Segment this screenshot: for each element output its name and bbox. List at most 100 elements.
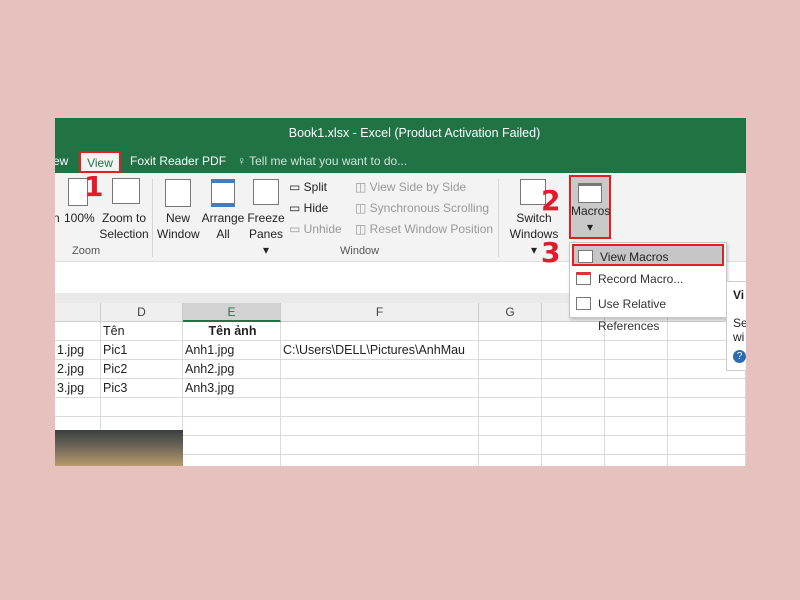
zoom-selection-icon xyxy=(112,178,140,204)
cell[interactable] xyxy=(479,322,542,341)
arrange-all-button[interactable]: Arrange All xyxy=(201,210,245,242)
menu-item-use-relative-references[interactable]: Use Relative References xyxy=(572,293,724,333)
cell[interactable] xyxy=(668,417,746,436)
cell[interactable] xyxy=(183,436,281,455)
menu-item-record-macro[interactable]: Record Macro... xyxy=(572,268,724,290)
cell[interactable] xyxy=(605,341,668,360)
record-macro-icon xyxy=(576,272,591,285)
cell[interactable]: Pic1 xyxy=(101,341,183,360)
cell[interactable] xyxy=(281,379,479,398)
cell[interactable] xyxy=(605,417,668,436)
help-icon[interactable]: ? xyxy=(733,350,746,363)
cell[interactable] xyxy=(55,322,101,341)
window-title: Book1.xlsx - Excel (Product Activation F… xyxy=(55,118,746,148)
cell[interactable] xyxy=(668,379,746,398)
hide-button[interactable]: ▭ Hide xyxy=(289,200,328,216)
arrange-all-icon xyxy=(211,179,235,207)
cell[interactable] xyxy=(542,417,605,436)
window-group-label: Window xyxy=(340,245,380,257)
cell[interactable] xyxy=(605,455,668,466)
cell[interactable] xyxy=(281,360,479,379)
column-header-e[interactable]: E xyxy=(183,303,281,322)
tell-me-box[interactable]: ♀ Tell me what you want to do... xyxy=(237,151,407,173)
cell[interactable] xyxy=(281,322,479,341)
zoom-group-label: Zoom xyxy=(72,245,101,257)
relative-references-icon xyxy=(576,297,591,310)
view-side-by-side-button[interactable]: ◫ View Side by Side xyxy=(355,179,466,195)
cell[interactable] xyxy=(183,455,281,466)
synchronous-scrolling-button[interactable]: ◫ Synchronous Scrolling xyxy=(355,200,489,216)
cell[interactable]: Anh1.jpg xyxy=(183,341,281,360)
cell[interactable] xyxy=(668,455,746,466)
tooltip-title: Vi xyxy=(733,288,745,302)
tab-review[interactable]: ew xyxy=(55,151,68,173)
cell[interactable] xyxy=(542,341,605,360)
cell[interactable]: Pic3 xyxy=(101,379,183,398)
step-1-annotation: 1 xyxy=(84,170,104,203)
ribbon-tabs: ew View Foxit Reader PDF ♀ Tell me what … xyxy=(55,148,746,173)
cell[interactable] xyxy=(479,341,542,360)
cell[interactable]: Anh3.jpg xyxy=(183,379,281,398)
column-header-g[interactable]: G xyxy=(479,303,542,322)
cell[interactable] xyxy=(281,398,479,417)
column-header-f[interactable]: F xyxy=(281,303,479,322)
cell[interactable] xyxy=(479,398,542,417)
cell[interactable]: 2.jpg xyxy=(55,360,101,379)
cell[interactable] xyxy=(479,360,542,379)
cell[interactable]: 1.jpg xyxy=(55,341,101,360)
excel-window: Book1.xlsx - Excel (Product Activation F… xyxy=(55,118,746,466)
menu-item-view-macros[interactable]: View Macros xyxy=(572,244,724,266)
zoom-button-partial[interactable]: n xyxy=(55,210,60,226)
tell-me-text: Tell me what you want to do... xyxy=(249,154,408,168)
cell[interactable] xyxy=(542,436,605,455)
cell[interactable] xyxy=(55,398,101,417)
cell[interactable]: Tên ảnh xyxy=(183,322,281,341)
tooltip-text: wi xyxy=(733,330,745,344)
zoom-100-button[interactable]: 100% xyxy=(64,210,95,226)
cell[interactable]: C:\Users\DELL\Pictures\AnhMau xyxy=(281,341,479,360)
split-button[interactable]: ▭ Split xyxy=(289,179,327,195)
new-window-button[interactable]: New Window xyxy=(157,210,200,242)
cell[interactable] xyxy=(542,360,605,379)
column-header-d[interactable]: D xyxy=(101,303,183,322)
macros-button[interactable]: Macros ▾ xyxy=(569,175,611,239)
freeze-panes-icon xyxy=(253,179,279,205)
sync-scroll-icon: ◫ xyxy=(355,201,370,215)
cell[interactable] xyxy=(668,398,746,417)
cell[interactable] xyxy=(183,417,281,436)
cell[interactable] xyxy=(542,398,605,417)
cell[interactable] xyxy=(479,455,542,466)
cell[interactable] xyxy=(605,379,668,398)
zoom-to-selection-button[interactable]: Zoom to Selection xyxy=(99,210,149,242)
cell[interactable] xyxy=(605,360,668,379)
cell[interactable]: 3.jpg xyxy=(55,379,101,398)
reset-position-icon: ◫ xyxy=(355,222,370,236)
cell[interactable] xyxy=(605,398,668,417)
cell[interactable]: Anh2.jpg xyxy=(183,360,281,379)
cell[interactable]: Pic2 xyxy=(101,360,183,379)
cell[interactable] xyxy=(605,436,668,455)
cell[interactable] xyxy=(101,398,183,417)
cell[interactable] xyxy=(183,398,281,417)
unhide-button[interactable]: ▭ Unhide xyxy=(289,221,342,237)
cell[interactable] xyxy=(479,417,542,436)
cell[interactable] xyxy=(542,455,605,466)
tab-foxit[interactable]: Foxit Reader PDF xyxy=(130,151,226,173)
cell[interactable]: Tên xyxy=(101,322,183,341)
reset-window-position-button[interactable]: ◫ Reset Window Position xyxy=(355,221,493,237)
cell[interactable] xyxy=(542,379,605,398)
cell[interactable] xyxy=(542,322,605,341)
cell[interactable] xyxy=(668,436,746,455)
hide-icon: ▭ xyxy=(289,201,304,215)
cell[interactable] xyxy=(281,436,479,455)
cell[interactable] xyxy=(281,455,479,466)
cell[interactable] xyxy=(281,417,479,436)
cell[interactable] xyxy=(479,436,542,455)
column-header[interactable] xyxy=(55,303,101,322)
macros-dropdown-menu: View Macros Record Macro... Use Relative… xyxy=(569,242,727,333)
inserted-picture[interactable] xyxy=(55,430,183,466)
step-2-annotation: 2 xyxy=(541,184,561,217)
freeze-panes-button[interactable]: Freeze Panes ▾ xyxy=(247,210,285,258)
step-3-annotation: 3 xyxy=(541,236,561,269)
cell[interactable] xyxy=(479,379,542,398)
